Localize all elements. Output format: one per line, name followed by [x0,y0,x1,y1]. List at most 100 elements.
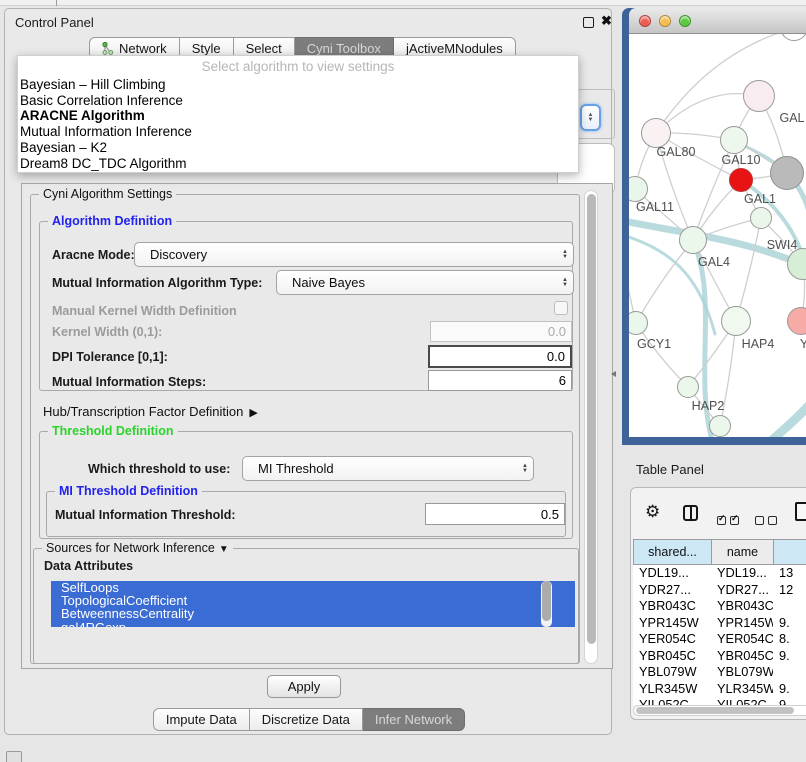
mi-algorithm-type-select[interactable]: Naive Bayes ▲▼ [276,270,574,295]
network-node-label: GAL11 [636,200,674,214]
hub-section-toggle[interactable]: Hub/Transcription Factor Definition▶ [43,404,258,419]
table-row[interactable]: YER054CYER054C8. [633,631,806,648]
float-window-icon[interactable] [583,17,594,28]
tab-infer-network[interactable]: Infer Network [363,708,465,731]
algorithm-option[interactable]: Mutual Information Inference [18,124,578,140]
network-node-label: GAL4 [698,255,730,269]
tab-label: Style [192,41,221,56]
gear-icon[interactable]: ⚙ [645,502,660,522]
network-node-gal[interactable] [743,80,775,112]
network-node-gal4[interactable] [679,226,707,254]
mi-steps-input[interactable] [428,370,572,391]
which-threshold-value: MI Threshold [258,461,334,476]
table-cell: YPR145W [633,615,711,632]
dpi-tolerance-input[interactable] [428,345,572,368]
tab-label: jActiveMNodules [406,41,503,56]
network-node-label: SWI4 [767,238,798,252]
network-node-label: GAL80 [657,145,696,159]
column-header[interactable]: shared... [633,539,711,565]
tab-impute-data[interactable]: Impute Data [153,708,250,731]
table-cell: YBL079W [711,664,773,681]
table-row[interactable]: YDR27...YDR27...12 [633,582,806,599]
select-all-checks-icon[interactable] [717,512,743,530]
aracne-mode-select[interactable]: Discovery ▲▼ [134,242,574,267]
network-node-gal10[interactable] [720,126,748,154]
table-row[interactable]: YBR045CYBR045C9. [633,648,806,665]
table-cell: YPR145W [711,615,773,632]
table-row[interactable]: YIL052CYIL052C9. [633,697,806,705]
table-cell: 13 [773,565,806,582]
close-icon[interactable]: ✖ [601,13,612,29]
network-node[interactable] [770,156,804,190]
column-header[interactable] [773,539,806,565]
algorithm-option[interactable]: Dream8 DC_TDC Algorithm [18,156,578,172]
attributes-scrollbar[interactable] [541,581,552,627]
panel-splitter-handle[interactable] [611,371,616,377]
aracne-mode-label: Aracne Mode: [52,248,135,262]
table-row[interactable]: YLR345WYLR345W9. [633,681,806,698]
cyni-algorithm-settings-group: Cyni Algorithm Settings Algorithm Defini… [30,194,580,664]
data-attribute-item[interactable]: BetweennessCentrality [51,607,575,620]
which-threshold-select[interactable]: MI Threshold ▲▼ [242,456,534,481]
sources-toggle[interactable]: Sources for Network Inference▼ [42,541,233,555]
table-cell [773,664,806,681]
kernel-width-input[interactable] [430,321,572,342]
network-node-hap4[interactable] [721,306,751,336]
table-row[interactable]: YBL079WYBL079W [633,664,806,681]
settings-scrollbar[interactable] [584,190,598,664]
table-header: shared...name [633,539,806,565]
expanded-arrow-icon: ▼ [219,544,229,555]
stepper-icon: ▲▼ [522,464,528,474]
table-cell: 8. [773,631,806,648]
tab-label: Discretize Data [262,712,350,727]
table-cell: YIL052C [711,697,773,705]
apply-button[interactable]: Apply [267,675,341,698]
tab-label: Infer Network [375,712,452,727]
minimize-traffic-light-icon[interactable] [659,15,671,27]
network-node[interactable] [729,168,753,192]
document-icon[interactable] [795,502,806,521]
network-node-label: HAP4 [742,337,775,351]
group-title: Algorithm Definition [48,214,176,228]
table-cell: YLR345W [711,681,773,698]
table-cell: YDR27... [633,582,711,599]
algorithm-dropdown-popup: Select algorithm to view settings Bayesi… [17,55,579,173]
table-row[interactable]: YBR043CYBR043C [633,598,806,615]
table-cell: YBR043C [633,598,711,615]
column-header[interactable]: name [711,539,773,565]
table-cell: YER054C [711,631,773,648]
tab-discretize-data[interactable]: Discretize Data [250,708,363,731]
manual-kernel-checkbox[interactable] [554,301,568,315]
algorithm-option[interactable]: Basic Correlation Inference [18,93,578,109]
collapsed-panel-button[interactable] [6,751,22,762]
network-node-hap2[interactable] [677,376,699,398]
stepper-icon: ▲▼ [562,278,568,288]
settings-scroll-area: Cyni Algorithm Settings Algorithm Defini… [21,183,613,669]
network-node-gal1[interactable] [750,207,772,229]
network-node-gal80[interactable] [641,118,671,148]
algorithm-option[interactable]: Bayesian – K2 [18,140,578,156]
mi-threshold-label: Mutual Information Threshold: [55,508,236,522]
table-horizontal-scrollbar[interactable] [633,705,806,716]
network-window-titlebar[interactable] [629,8,806,34]
tab-label: Impute Data [166,712,237,727]
algorithm-option[interactable]: Bayesian – Hill Climbing [18,77,578,93]
table-row[interactable]: YDL19...YDL19...13 [633,565,806,582]
table-cell: YBR045C [711,648,773,665]
algorithm-definition-group: Algorithm Definition Aracne Mode: Discov… [39,221,573,391]
network-node[interactable] [709,415,731,437]
mi-threshold-input[interactable] [425,503,565,525]
table-cell: YBR045C [633,648,711,665]
combo-stepper-focused[interactable]: ▲▼ [580,104,601,131]
table-row[interactable]: YPR145WYPR145W9. [633,615,806,632]
network-canvas[interactable]: GALGAL80GAL10GAL11GAL1SWI4GAL4GCY1HAP4YH… [629,34,806,437]
data-attributes-list: SelfLoopsTopologicalCoefficientBetweenne… [51,581,575,627]
zoom-traffic-light-icon[interactable] [679,15,691,27]
kernel-width-label: Kernel Width (0,1): [52,325,162,339]
data-attribute-item[interactable]: gal4RGexp [51,621,575,627]
columns-icon[interactable] [683,505,698,521]
algorithm-option[interactable]: ARACNE Algorithm [18,108,578,124]
network-edge [656,34,794,133]
deselect-all-checks-icon[interactable] [755,512,781,530]
close-traffic-light-icon[interactable] [639,15,651,27]
